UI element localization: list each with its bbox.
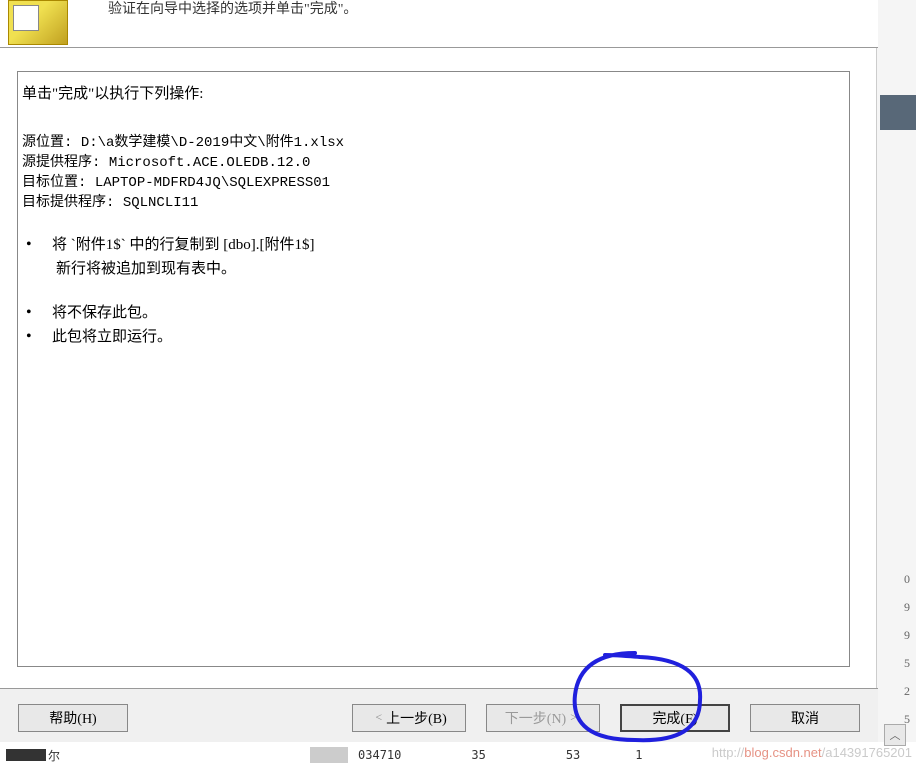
action-list: • 将 `附件1$` 中的行复制到 [dbo].[附件1$] 新行将被追加到现有… [22,233,845,349]
target-provider-label: 目标提供程序: [22,195,114,211]
next-button-label: 下一步(N) [505,708,566,728]
source-provider-label: 源提供程序: [22,155,100,171]
strip-number: 034710 [358,748,401,762]
background-dark-block [880,95,916,130]
strip-dark-block [6,749,46,761]
target-location-label: 目标位置: [22,175,86,191]
chevron-right-icon: > [570,710,577,725]
bullet-icon: • [26,301,52,325]
chevron-left-icon: < [375,710,382,725]
action-item-runnow: • 此包将立即运行。 [26,325,845,349]
strip-number: 35 [471,748,485,762]
strip-number: 1 [635,748,642,762]
source-location-line: 源位置: D:\a数学建模\D-2019中文\附件1.xlsx [22,133,845,153]
target-location-line: 目标位置: LAPTOP-MDFRD4JQ\SQLEXPRESS01 [22,173,845,193]
action-item-copy-detail: 新行将被追加到现有表中。 [56,257,845,281]
wizard-icon [8,0,68,45]
bullet-icon: • [26,325,52,349]
scroll-up-button[interactable]: ︿ [884,724,906,746]
strip-number: 53 [566,748,580,762]
source-location-label: 源位置: [22,135,72,151]
summary-title: 单击"完成"以执行下列操作: [22,82,845,103]
bullet-icon: • [26,233,52,257]
action-item-copy: • 将 `附件1$` 中的行复制到 [dbo].[附件1$] [26,233,845,257]
action-item-nosave: • 将不保存此包。 [26,301,845,325]
back-button[interactable]: < 上一步(B) [352,704,465,732]
summary-panel: 单击"完成"以执行下列操作: 源位置: D:\a数学建模\D-2019中文\附件… [17,71,850,667]
wizard-header: 验证在向导中选择的选项并单击"完成"。 [0,0,878,48]
finish-button[interactable]: 完成(F) [620,704,730,732]
source-provider-line: 源提供程序: Microsoft.ACE.OLEDB.12.0 [22,153,845,173]
wizard-button-bar: 帮助(H) < 上一步(B) 下一步(N) > 完成(F) 取消 [0,688,878,746]
cancel-button[interactable]: 取消 [750,704,860,732]
wizard-subtitle: 验证在向导中选择的选项并单击"完成"。 [108,0,357,18]
target-location-value: LAPTOP-MDFRD4JQ\SQLEXPRESS01 [95,175,330,191]
watermark: http://blog.csdn.net/a14391765201 [712,745,912,760]
source-provider-value: Microsoft.ACE.OLEDB.12.0 [109,155,311,171]
help-button[interactable]: 帮助(H) [18,704,128,732]
strip-gray-block [310,747,348,763]
strip-text: 尔 [48,747,60,764]
next-button: 下一步(N) > [486,704,600,732]
source-location-value: D:\a数学建模\D-2019中文\附件1.xlsx [81,135,344,151]
chevron-up-icon: ︿ [890,727,901,743]
background-row-numbers: 0 9 9 5 2 5 [880,565,916,733]
target-provider-value: SQLNCLI11 [123,195,199,211]
target-provider-line: 目标提供程序: SQLNCLI11 [22,193,845,213]
back-button-label: 上一步(B) [386,708,447,728]
